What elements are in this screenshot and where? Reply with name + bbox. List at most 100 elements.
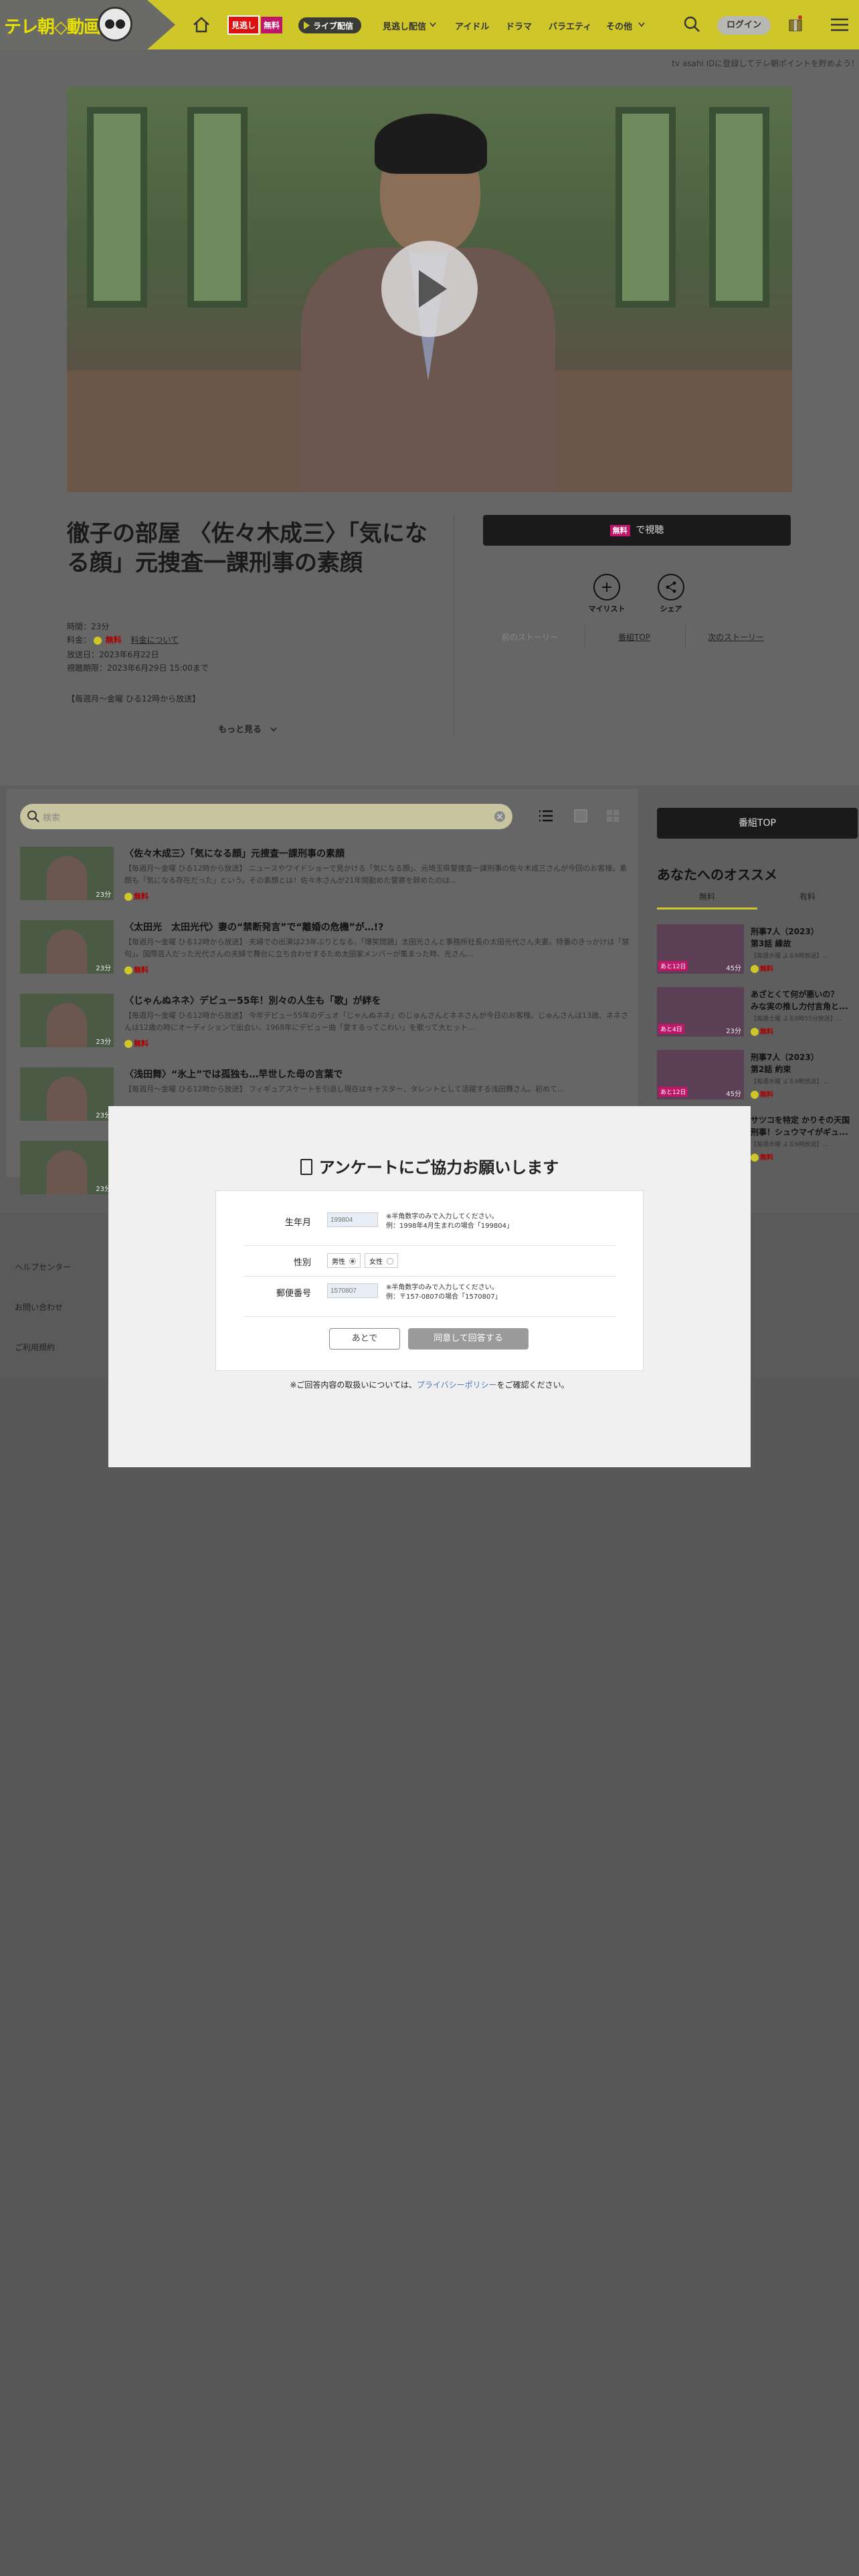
nav-catchup[interactable]: 見逃し配信 [383, 19, 426, 32]
recommend-desc: 【毎週土曜 よる9時55分放送】... [751, 1016, 842, 1023]
episode-desc: 【毎週月～金曜 ひる12時から放送】 今年デビュー55年のデュオ「じゃんぬネネ」… [124, 1011, 628, 1032]
price-label: 料金： [67, 635, 92, 645]
nav-idol[interactable]: アイドル [455, 19, 489, 32]
search-icon[interactable] [682, 15, 701, 33]
privacy-policy-link[interactable]: プライバシーポリシー [417, 1380, 497, 1390]
free-catchup-link[interactable]: 見逃し 無料 [227, 15, 283, 35]
female-radio[interactable]: 女性 [365, 1253, 398, 1268]
help-center-link[interactable]: ヘルプセンター [15, 1261, 71, 1273]
recommend-desc: 【毎週水曜 よる9時放送】 ... [751, 1079, 830, 1085]
recommend-subtitle: 第3話 縁故 [751, 939, 791, 948]
chevron-down-icon [430, 22, 436, 27]
recommend-thumbnail: あと12日 45分 [657, 1050, 744, 1099]
tab-free[interactable]: 無料 [657, 891, 757, 909]
video-player[interactable] [67, 87, 792, 492]
birth-label: 生年月 [284, 1218, 311, 1228]
free-tag: 無料 [751, 1089, 773, 1099]
chevron-down-icon [638, 22, 645, 27]
free-tag: 無料 [124, 1038, 149, 1049]
recommend-item[interactable]: あと12日 45分 刑事7人（2023） 第3話 縁故 【毎週水曜 よる9時放送】… [657, 924, 858, 980]
watch-button[interactable]: 無料 で視聴 [483, 515, 791, 546]
program-top-link[interactable]: 番組TOP [618, 631, 650, 643]
share-label: シェア [660, 605, 682, 613]
privacy-note: ※ご回答内容の取扱いについては、プライバシーポリシーをご確認ください。 [290, 1380, 569, 1390]
recommend-item[interactable]: あと4日 23分 あざとくて何が悪いの？ みな実の推し力付言角と... 【毎週土曜… [657, 987, 858, 1043]
mascot-icon [98, 7, 132, 41]
later-button[interactable]: あとで [329, 1328, 400, 1350]
list-view-icon[interactable] [538, 808, 554, 824]
recommend-subtitle: 刑事！シュウマイがギュ... [751, 1128, 848, 1137]
gender-row: 性別 男性 女性 [244, 1246, 616, 1277]
share-button[interactable]: シェア [648, 574, 694, 614]
home-icon[interactable] [191, 15, 211, 35]
zip-label: 郵便番号 [276, 1289, 311, 1299]
nav-other[interactable]: その他 [606, 19, 632, 32]
nav-drama[interactable]: ドラマ [506, 19, 532, 32]
recommend-heading: あなたへのオススメ [657, 867, 777, 883]
mylist-button[interactable]: マイリスト [583, 574, 630, 614]
program-title: 徹子の部屋 〈佐々木成三〉「気になる顔」元捜査一課刑事の素顔 [67, 520, 427, 576]
gender-label: 性別 [293, 1258, 311, 1268]
site-logo[interactable]: テレ朝◇動画 [0, 0, 175, 49]
episode-title: 〈じゃんぬネネ〉デビュー55年！別々の人生も「歌」が絆を [124, 996, 381, 1006]
free-tag: 無料 [124, 891, 149, 901]
menu-icon[interactable] [830, 17, 850, 32]
recommend-title: 刑事7人（2023） [751, 1053, 819, 1062]
recommend-title: 刑事7人（2023） [751, 927, 819, 936]
recommend-tabs: 無料 有料 [657, 891, 858, 911]
program-top-button[interactable]: 番組TOP [657, 808, 858, 839]
tab-paid[interactable]: 有料 [757, 891, 858, 907]
survey-title: アンケートにご協力お願いします [0, 1154, 859, 1178]
broadcast-date: 放送日：2023年6月22日 [67, 650, 159, 659]
episode-thumbnail: 23分 [20, 1067, 114, 1121]
login-button[interactable]: ログイン [717, 16, 771, 35]
grid-view-icon[interactable] [605, 808, 621, 824]
search-icon [27, 811, 39, 823]
birth-input[interactable] [327, 1212, 378, 1227]
free-badge: 無料 [609, 525, 630, 536]
footer-area [0, 1378, 859, 2576]
nav-variety[interactable]: バラエティ [549, 19, 591, 32]
list-item[interactable]: 23分 〈じゃんぬネネ〉デビュー55年！別々の人生も「歌」が絆を 【毎週月～金曜… [20, 994, 628, 1061]
divider [685, 625, 686, 647]
episode-search-input[interactable]: 検索 [20, 804, 512, 829]
recommend-title: サツコを特定 かりその天国 [751, 1115, 850, 1125]
episode-thumbnail: 23分 [20, 920, 114, 974]
male-radio[interactable]: 男性 [327, 1253, 361, 1268]
large-view-icon[interactable] [573, 808, 589, 824]
play-icon[interactable] [381, 241, 478, 337]
gift-icon[interactable] [788, 15, 803, 32]
price-value: 無料 [105, 635, 122, 645]
birth-row: 生年月 ※半角数字のみで入力してください。例：1998年4月生まれの場合「199… [244, 1206, 616, 1246]
episode-thumbnail: 23分 [20, 847, 114, 900]
recommend-item[interactable]: あと12日 45分 刑事7人（2023） 第2話 約束 【毎週水曜 よる9時放送】… [657, 1050, 858, 1106]
show-more-button[interactable]: もっと見る [218, 722, 277, 735]
list-item[interactable]: 23分 〈佐々木成三〉「気になる顔」元捜査一課刑事の素顔 【毎週月～金曜 ひる1… [20, 847, 627, 914]
terms-link[interactable]: ご利用規約 [15, 1341, 55, 1353]
share-icon [666, 581, 676, 593]
show-more-label: もっと見る [218, 725, 262, 735]
price-info-link[interactable]: 料金について [131, 635, 179, 645]
episode-desc: 【毎週月～金曜 ひる12時から放送】 フィギュアスケートを引退し現在はキャスター… [124, 1085, 565, 1093]
recommend-desc: 【毎週水曜 よる9時放送】... [751, 953, 828, 960]
recommend-thumbnail: あと12日 45分 [657, 924, 744, 974]
recommend-desc: 【毎週水曜 よる9時放送】... [751, 1142, 828, 1148]
zip-note: ※半角数字のみで入力してください。 例：〒157-0807の場合「1570807」 [386, 1284, 502, 1301]
price-row: 料金： 無料 料金について [67, 634, 179, 645]
clear-icon[interactable] [494, 811, 506, 823]
recommend-thumbnail: あと4日 23分 [657, 987, 744, 1037]
episode-thumbnail: 23分 [20, 994, 114, 1047]
prev-story-link: 前のストーリー [502, 633, 559, 642]
live-button[interactable]: ライブ配信 [298, 17, 362, 33]
logo-text: テレ朝◇動画 [4, 17, 101, 37]
catchup-badge: 見逃し [227, 15, 260, 35]
free-tag: 無料 [124, 964, 149, 975]
zip-row: 郵便番号 ※半角数字のみで入力してください。例：〒157-0807の場合「157… [244, 1277, 616, 1317]
agree-button[interactable]: 同意して回答する [408, 1328, 529, 1350]
zip-input[interactable] [327, 1283, 378, 1298]
id-notice[interactable]: tv asahi IDに登録してテレ朝ポイントを貯めよう！ [672, 58, 859, 69]
list-item[interactable]: 23分 〈太田光 太田光代〉妻の“禁断発言”で“離婚の危機”が…!? 【毎週月～… [20, 920, 629, 987]
contact-link[interactable]: お問い合わせ [15, 1301, 63, 1313]
next-story-link[interactable]: 次のストーリー [708, 631, 764, 643]
watch-label: で視聴 [636, 525, 664, 536]
